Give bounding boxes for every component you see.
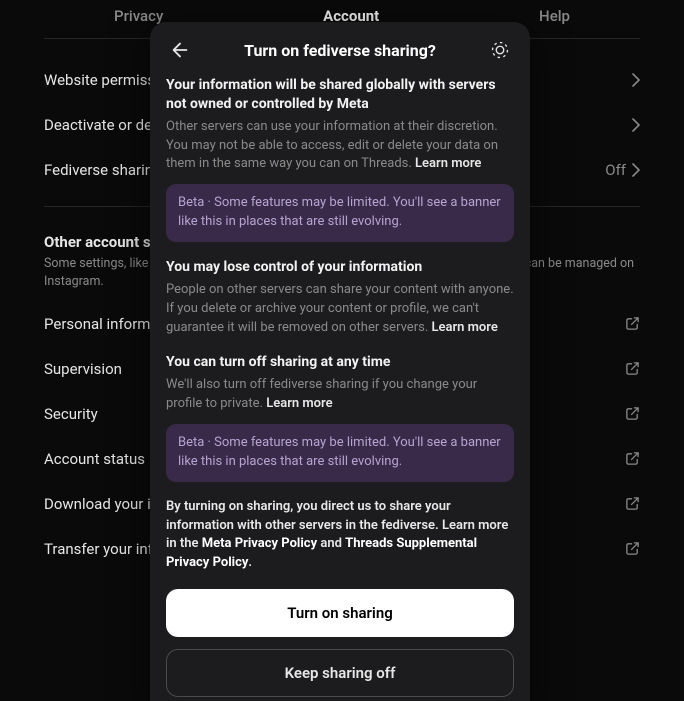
external-link-icon [625, 361, 640, 376]
modal-title: Turn on fediverse sharing? [194, 41, 486, 60]
external-link-icon [625, 451, 640, 466]
learn-more-link[interactable]: Learn more [431, 320, 497, 335]
block-desc: People on other servers can share your c… [166, 281, 514, 338]
external-link-icon [625, 496, 640, 511]
fediverse-icon-button[interactable] [486, 36, 514, 64]
turn-on-sharing-button[interactable]: Turn on sharing [166, 589, 514, 637]
beta-banner: Beta · Some features may be limited. You… [166, 424, 514, 482]
external-link-icon [625, 406, 640, 421]
back-button[interactable] [166, 36, 194, 64]
modal-block-2: You may lose control of your information… [166, 258, 514, 337]
external-link-icon [625, 316, 640, 331]
meta-privacy-policy-link[interactable]: Meta Privacy Policy [202, 536, 317, 551]
row-label: Supervision [44, 360, 122, 378]
modal-footer-text: By turning on sharing, you direct us to … [166, 498, 514, 573]
fediverse-modal: Turn on fediverse sharing? Your informat… [150, 22, 530, 701]
block-desc: Other servers can use your information a… [166, 118, 514, 175]
chevron-right-icon [632, 163, 640, 177]
row-label: Fediverse sharing [44, 161, 161, 179]
beta-banner: Beta · Some features may be limited. You… [166, 184, 514, 242]
external-link-icon [625, 541, 640, 556]
block-heading: You can turn off sharing at any time [166, 353, 514, 372]
chevron-right-icon [632, 118, 640, 132]
row-value: Off [605, 161, 626, 179]
modal-block-1: Your information will be shared globally… [166, 76, 514, 242]
arrow-left-icon [169, 39, 191, 61]
keep-sharing-off-button[interactable]: Keep sharing off [166, 649, 514, 697]
fediverse-icon [490, 40, 510, 60]
tab-help[interactable]: Help [539, 7, 570, 25]
modal-block-3: You can turn off sharing at any time We'… [166, 353, 514, 481]
learn-more-link[interactable]: Learn more [266, 396, 332, 411]
block-heading: You may lose control of your information [166, 258, 514, 277]
chevron-right-icon [632, 73, 640, 87]
tab-privacy[interactable]: Privacy [114, 7, 163, 25]
row-label: Account status [44, 450, 145, 468]
learn-more-link[interactable]: Learn more [415, 156, 481, 171]
block-heading: Your information will be shared globally… [166, 76, 514, 114]
row-label: Security [44, 405, 98, 423]
block-desc: We'll also turn off fediverse sharing if… [166, 376, 514, 414]
